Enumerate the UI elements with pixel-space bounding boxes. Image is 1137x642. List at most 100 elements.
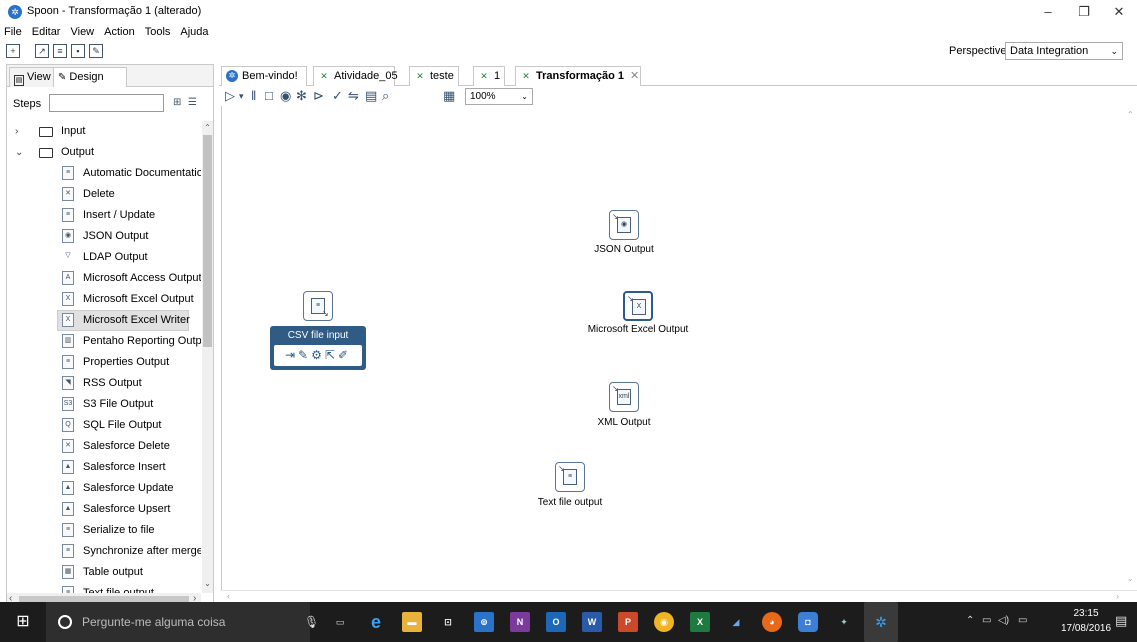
run-icon[interactable]: ▷ <box>225 88 235 104</box>
tree-item[interactable]: ≡ Automatic Documentation <box>7 163 201 184</box>
minimize-button[interactable]: – <box>1030 2 1066 22</box>
perspective-dropdown[interactable]: Data Integration ⌄ <box>1005 42 1123 60</box>
tree-folder-input[interactable]: › Input <box>7 121 201 142</box>
spoon-taskbar-icon[interactable]: ✲ <box>864 602 898 642</box>
store-icon[interactable]: ⊡ <box>438 612 458 632</box>
tree-item[interactable]: ✕ Salesforce Delete <box>7 436 201 457</box>
chevron-right-icon[interactable]: › <box>15 121 25 142</box>
tree-folder-output[interactable]: ⌄ Output <box>7 142 201 163</box>
edge-icon[interactable]: e <box>366 612 386 632</box>
menu-editar[interactable]: Editar <box>27 24 66 40</box>
zoom-dropdown[interactable]: 100% ⌄ <box>465 88 533 105</box>
tree-item[interactable]: ▲ Salesforce Upsert <box>7 499 201 520</box>
run-options-icon[interactable]: ▾ <box>239 88 244 104</box>
collapse-tree-icon[interactable]: ⊞ <box>173 97 181 108</box>
tree-item[interactable]: ▲ Salesforce Insert <box>7 457 201 478</box>
tree-item[interactable]: ✕ Delete <box>7 184 201 205</box>
step-xml-output[interactable]: ↘ xml <box>609 382 639 412</box>
task-view-icon[interactable]: ▭ <box>330 612 350 632</box>
tab-bem-vindo[interactable]: ✲ Bem-vindo! <box>221 66 307 86</box>
powerpoint-icon[interactable]: P <box>618 612 638 632</box>
clock[interactable]: 23:15 17/08/2016 <box>1060 606 1112 636</box>
volume-icon[interactable]: ◁) <box>998 615 1009 626</box>
pause-icon[interactable]: ‖ <box>251 88 256 104</box>
stop-icon[interactable]: □ <box>265 88 273 104</box>
scroll-right-icon[interactable]: › <box>1116 591 1119 601</box>
debug-icon[interactable]: ✻ <box>296 88 307 104</box>
tab-design[interactable]: ✎ Design <box>53 67 127 87</box>
app-icon[interactable]: ◘ <box>798 612 818 632</box>
tree-item[interactable]: ▦ Table output <box>7 562 201 583</box>
step-csv-file-input[interactable]: ≡ ↘ <box>303 291 333 321</box>
microphone-icon[interactable]: 🎙 <box>304 602 319 642</box>
pencil-icon[interactable]: ✐ <box>338 348 351 362</box>
cortana-search-box[interactable]: Pergunte-me alguma coisa 🎙 <box>46 602 319 642</box>
tree-item[interactable]: ▽ LDAP Output <box>7 247 201 268</box>
file-explorer-icon[interactable]: ▬ <box>402 612 422 632</box>
explore-repository-icon[interactable]: ≡ <box>53 44 67 58</box>
tree-item[interactable]: Q SQL File Output <box>7 415 201 436</box>
tree-item-selected[interactable]: X Microsoft Excel Writer <box>7 310 201 331</box>
tree-item[interactable]: ◉ JSON Output <box>7 226 201 247</box>
step-excel-output[interactable]: ↘ X <box>623 291 653 321</box>
canvas-vertical-scrollbar[interactable]: ⌃ ⌄ <box>1125 106 1137 590</box>
tab-transformacao-1[interactable]: ✕ Transformação 1 ✕ <box>515 66 641 86</box>
tree-item[interactable]: ≡ Insert / Update <box>7 205 201 226</box>
menu-tools[interactable]: Tools <box>140 24 176 40</box>
edit-icon[interactable]: ✎ <box>298 348 311 362</box>
tray-chevron-up-icon[interactable]: ⌃ <box>966 615 974 626</box>
tree-item[interactable]: ≡ Text file output <box>7 583 201 593</box>
notifications-icon[interactable]: ▤ <box>1115 613 1127 629</box>
replay-icon[interactable]: ⊳ <box>313 88 324 104</box>
step-text-file-output[interactable]: ↘ ≡ <box>555 462 585 492</box>
tree-item[interactable]: X Microsoft Excel Output <box>7 289 201 310</box>
tree-item[interactable]: ≡ Serialize to file <box>7 520 201 541</box>
canvas-horizontal-scrollbar[interactable]: ‹ › <box>221 590 1137 602</box>
menu-action[interactable]: Action <box>99 24 140 40</box>
excel-icon[interactable]: X <box>690 612 710 632</box>
settings-gear-icon[interactable]: ⚙ <box>311 348 325 362</box>
output-connector-icon[interactable]: ⇱ <box>325 348 338 362</box>
app-icon[interactable]: ◢ <box>726 612 746 632</box>
tree-item[interactable]: ▲ Salesforce Update <box>7 478 201 499</box>
outlook-icon[interactable]: O <box>546 612 566 632</box>
network-icon[interactable]: ▭ <box>1018 615 1027 626</box>
scroll-down-icon[interactable]: ⌄ <box>202 579 213 588</box>
tab-view[interactable]: ▤ View <box>9 67 58 87</box>
save-icon[interactable]: ▪ <box>71 44 85 58</box>
scroll-down-icon[interactable]: ⌄ <box>1127 574 1134 583</box>
tree-vertical-scrollbar[interactable]: ⌃ ⌄ <box>202 121 213 593</box>
preview-icon[interactable]: ◉ <box>280 88 291 104</box>
onenote-clip-icon[interactable]: ⊚ <box>474 612 494 632</box>
close-button[interactable]: ✕ <box>1101 2 1137 22</box>
tree-item[interactable]: ◥ RSS Output <box>7 373 201 394</box>
sql-icon[interactable]: ▤ <box>365 88 377 104</box>
expand-tree-icon[interactable]: ☰ <box>188 97 197 108</box>
scroll-up-icon[interactable]: ⌃ <box>1127 110 1134 119</box>
steps-search-input[interactable] <box>49 94 164 112</box>
windows-start-icon[interactable]: ⊞ <box>0 602 46 642</box>
tree-item[interactable]: ≡ Synchronize after merge <box>7 541 201 562</box>
scroll-left-icon[interactable]: ‹ <box>227 591 230 601</box>
chrome-icon[interactable]: ◉ <box>654 612 674 632</box>
word-icon[interactable]: W <box>582 612 602 632</box>
menu-ajuda[interactable]: Ajuda <box>175 24 213 40</box>
menu-file[interactable]: File <box>0 24 27 40</box>
save-as-icon[interactable]: ✎ <box>89 44 103 58</box>
close-tab-icon[interactable]: ✕ <box>630 70 639 82</box>
tree-item[interactable]: A Microsoft Access Output <box>7 268 201 289</box>
menu-view[interactable]: View <box>65 24 99 40</box>
step-json-output[interactable]: ↘ ◉ <box>609 210 639 240</box>
firefox-icon[interactable]: ◕ <box>762 612 782 632</box>
tab-atividade-05[interactable]: ✕ Atividade_05 <box>313 66 398 86</box>
show-results-icon[interactable]: ▦ <box>443 88 455 104</box>
input-connector-icon[interactable]: ⇥ <box>285 348 298 362</box>
impact-icon[interactable]: ⇋ <box>348 88 359 104</box>
verify-icon[interactable]: ✓ <box>332 88 343 104</box>
tab-teste[interactable]: ✕ teste <box>409 66 459 86</box>
open-file-icon[interactable]: ↗ <box>35 44 49 58</box>
battery-icon[interactable]: ▭ <box>982 615 991 626</box>
new-file-icon[interactable]: + <box>6 44 20 58</box>
tree-item[interactable]: ≡ Properties Output <box>7 352 201 373</box>
tree-item[interactable]: S3 S3 File Output <box>7 394 201 415</box>
